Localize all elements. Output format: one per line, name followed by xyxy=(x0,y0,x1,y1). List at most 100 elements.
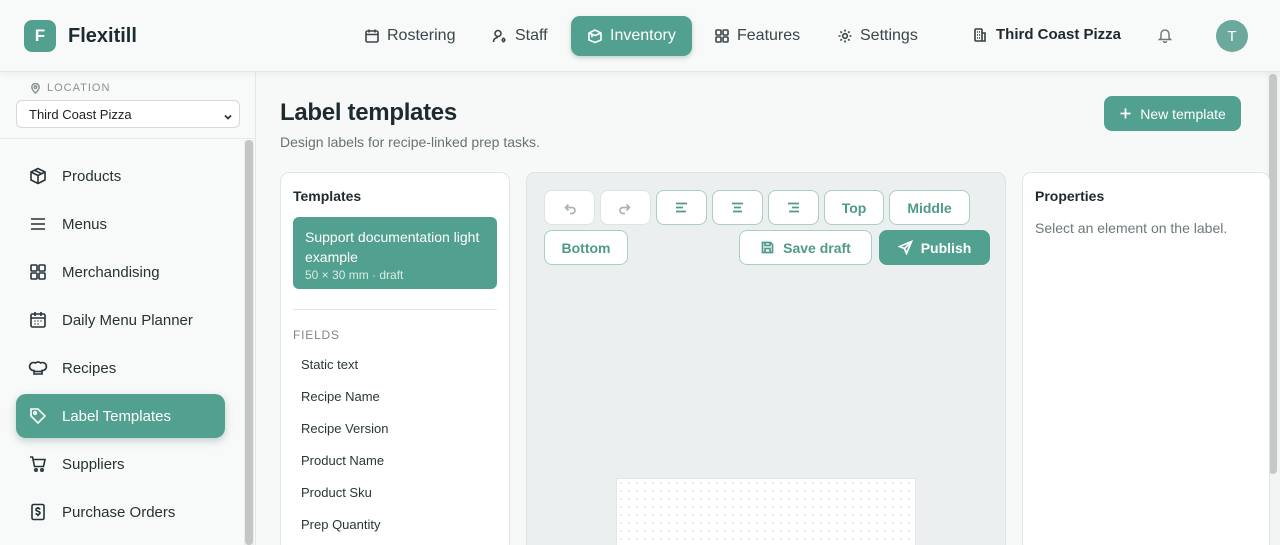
location-name: Third Coast Pizza xyxy=(996,26,1122,43)
field-static-text[interactable]: Static text xyxy=(301,357,358,372)
sidebar-item-label: Recipes xyxy=(62,359,117,377)
chevron-down-icon xyxy=(223,110,233,120)
page-title: Label templates xyxy=(280,99,457,126)
redo-button[interactable] xyxy=(600,190,651,225)
sidebar-item-menus[interactable]: Menus xyxy=(16,202,225,246)
nav-settings[interactable]: Settings xyxy=(821,16,934,56)
redo-icon xyxy=(619,203,631,215)
save-draft-button[interactable]: Save draft xyxy=(739,230,872,265)
grid-icon xyxy=(715,29,729,43)
logo[interactable]: F xyxy=(24,20,56,52)
sidebar-item-purchase-orders[interactable]: Purchase Orders xyxy=(16,490,225,534)
nav-features[interactable]: Features xyxy=(698,16,816,56)
dollar-doc-icon xyxy=(31,503,45,521)
field-product-name[interactable]: Product Name xyxy=(301,453,384,468)
label-canvas[interactable] xyxy=(616,478,916,545)
undo-button[interactable] xyxy=(544,190,595,225)
sidebar-item-label: Suppliers xyxy=(62,455,125,473)
location-label: LOCATION xyxy=(30,82,110,94)
location-label-text: LOCATION xyxy=(47,82,111,94)
save-draft-label: Save draft xyxy=(783,239,851,256)
save-icon xyxy=(761,241,774,254)
user-gear-icon xyxy=(492,29,506,43)
template-name: Support documentation light example xyxy=(305,229,480,265)
nav-label: Inventory xyxy=(610,27,676,44)
templates-panel: Templates Support documentation light ex… xyxy=(280,172,510,545)
align-left-button[interactable] xyxy=(656,190,707,225)
template-meta: 50 × 30 mm · draft xyxy=(305,268,404,282)
bell-icon xyxy=(1157,29,1173,44)
scrollbar-thumb[interactable] xyxy=(1269,74,1277,474)
sidebar-item-label: Products xyxy=(62,167,122,185)
notifications-button[interactable] xyxy=(1157,27,1175,45)
new-template-button[interactable]: New template xyxy=(1104,96,1241,131)
cart-icon xyxy=(30,456,46,473)
sidebar-item-label: Label Templates xyxy=(62,407,171,425)
package-icon xyxy=(30,167,46,185)
valign-bottom-button[interactable]: Bottom xyxy=(544,230,628,265)
fields-label: FIELDS xyxy=(293,328,340,342)
brand-name: Flexitill xyxy=(68,25,137,47)
sidebar-item-suppliers[interactable]: Suppliers xyxy=(16,442,225,486)
sidebar-item-label: Daily Menu Planner xyxy=(62,311,193,329)
publish-button[interactable]: Publish xyxy=(879,230,990,265)
align-left-icon xyxy=(676,202,687,213)
new-template-label: New template xyxy=(1140,105,1226,122)
divider xyxy=(293,309,497,310)
list-icon xyxy=(31,218,45,230)
tag-icon xyxy=(30,408,47,425)
calendar-icon xyxy=(365,29,379,43)
sidebar-item-label: Menus xyxy=(62,215,108,233)
templates-title: Templates xyxy=(293,188,362,204)
sidebar-item-products[interactable]: Products xyxy=(16,154,225,198)
sidebar-item-label-templates[interactable]: Label Templates xyxy=(16,394,225,438)
publish-label: Publish xyxy=(920,239,972,256)
nav-label: Settings xyxy=(860,27,918,44)
field-recipe-version[interactable]: Recipe Version xyxy=(301,421,388,436)
align-right-icon xyxy=(788,202,799,213)
box-icon xyxy=(588,29,602,44)
valign-top-button[interactable]: Top xyxy=(824,190,884,225)
align-center-icon xyxy=(732,202,743,213)
nav-label: Features xyxy=(737,27,801,44)
building-icon xyxy=(974,27,986,42)
nav-label: Staff xyxy=(515,27,548,44)
scrollbar-thumb[interactable] xyxy=(245,140,253,545)
nav-rostering[interactable]: Rostering xyxy=(348,16,471,56)
calendar-icon xyxy=(30,312,46,328)
location-select-value: Third Coast Pizza xyxy=(29,107,132,122)
sidebar-item-label: Merchandising xyxy=(62,263,160,281)
location-select[interactable]: Third Coast Pizza xyxy=(16,100,240,128)
page-subtitle: Design labels for recipe-linked prep tas… xyxy=(280,134,540,150)
editor-canvas-panel: Top Middle Bottom Save draft Publish xyxy=(526,172,1006,545)
sidebar: LOCATION Third Coast Pizza Products Menu… xyxy=(0,72,256,545)
template-card-selected[interactable]: Support documentation light example 50 ×… xyxy=(293,217,497,289)
nav-label: Rostering xyxy=(387,27,456,44)
grid-icon xyxy=(30,264,46,280)
field-product-sku[interactable]: Product Sku xyxy=(301,485,372,500)
sidebar-item-merchandising[interactable]: Merchandising xyxy=(16,250,225,294)
properties-empty-state: Select an element on the label. xyxy=(1035,220,1228,236)
top-bar: F Flexitill Rostering Staff Inventory Fe… xyxy=(0,0,1280,72)
sidebar-item-label: Purchase Orders xyxy=(62,503,176,521)
align-right-button[interactable] xyxy=(768,190,819,225)
sidebar-item-recipes[interactable]: Recipes xyxy=(16,346,225,390)
sidebar-scrollbar[interactable] xyxy=(244,140,254,545)
field-recipe-name[interactable]: Recipe Name xyxy=(301,389,380,404)
properties-title: Properties xyxy=(1035,188,1105,204)
undo-icon xyxy=(564,203,576,215)
align-center-button[interactable] xyxy=(712,190,763,225)
logo-letter: F xyxy=(34,26,46,45)
map-pin-icon xyxy=(31,82,40,94)
avatar[interactable]: T xyxy=(1216,20,1248,52)
properties-panel: Properties Select an element on the labe… xyxy=(1022,172,1270,545)
nav-inventory[interactable]: Inventory xyxy=(571,16,692,56)
field-prep-quantity[interactable]: Prep Quantity xyxy=(301,517,381,532)
sidebar-item-daily-menu-planner[interactable]: Daily Menu Planner xyxy=(16,298,225,342)
send-icon xyxy=(897,240,913,255)
valign-middle-button[interactable]: Middle xyxy=(889,190,970,225)
gear-icon xyxy=(838,29,852,43)
divider xyxy=(0,138,256,139)
nav-staff[interactable]: Staff xyxy=(476,16,564,56)
location-switcher[interactable]: Third Coast Pizza xyxy=(972,26,1121,43)
